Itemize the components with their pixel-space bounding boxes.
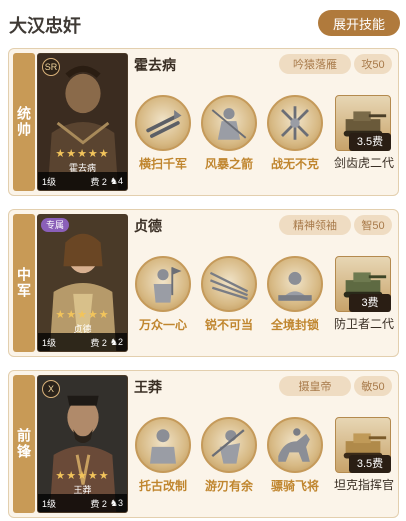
skill-label: 风暴之箭 — [204, 157, 253, 171]
star-rating: ★★★★★ — [55, 470, 110, 482]
horse-icon: ♞ — [109, 175, 118, 186]
skill-label: 锐不可当 — [204, 318, 253, 332]
horse-icon: ♞ — [109, 336, 118, 347]
position-strip: 前锋 — [13, 375, 35, 513]
page-title: 大汉忠奸 — [9, 16, 81, 36]
skill-adept-icon[interactable] — [201, 417, 257, 473]
hero-name: 贞德 — [134, 218, 162, 234]
gear-cost: 3.5费 — [349, 133, 391, 151]
star-rating: ★★★★★ — [55, 148, 110, 160]
gear-name: 坦克指挥官 — [333, 478, 394, 492]
hero-portrait[interactable]: SR ★★★★★ 霍去病 1级 费 2 ♞ 4 — [37, 53, 128, 191]
cost-label: 费 2 — [90, 176, 107, 187]
position-strip: 统帅 — [13, 53, 35, 191]
hero-card[interactable]: 前锋 X ★★★★★ 王莽 1级 费 2 ♞ 3 王莽 摄皇帝 敏50 托古改制… — [8, 370, 399, 518]
skill-label: 游刃有余 — [204, 479, 253, 493]
trait-tag: 吟猿落雁 — [279, 54, 351, 74]
position-strip: 中军 — [13, 214, 35, 352]
gear-cost: 3.5费 — [349, 455, 391, 473]
horse-count: 2 — [117, 337, 123, 347]
hero-portrait[interactable]: 专属 ★★★★★ 贞德 1级 费 2 ♞ 2 — [37, 214, 128, 352]
position-label: 统帅 — [16, 106, 32, 138]
star-rating: ★★★★★ — [55, 309, 110, 321]
gear-name: 剑齿虎二代 — [333, 156, 394, 170]
skill-label: 托古改制 — [138, 479, 187, 493]
position-label: 中军 — [16, 267, 32, 299]
skill-label: 战无不克 — [270, 157, 319, 171]
hero-name: 霍去病 — [134, 57, 176, 73]
skill-reform-icon[interactable] — [135, 417, 191, 473]
skill-unity-icon[interactable] — [135, 256, 191, 312]
hero-portrait[interactable]: X ★★★★★ 王莽 1级 费 2 ♞ 3 — [37, 375, 128, 513]
gear-cost: 3费 — [349, 294, 391, 312]
tier-badge: SR — [42, 58, 60, 76]
hero-card[interactable]: 统帅 SR ★★★★★ 霍去病 1级 费 2 ♞ 4 霍去病 吟猿落雁 攻50 … — [8, 48, 399, 196]
level-label: 1级 — [42, 337, 57, 348]
skill-label: 全境封锁 — [270, 318, 319, 332]
header: 大汉忠奸 展开技能 — [0, 0, 406, 44]
cost-label: 费 2 — [90, 337, 107, 348]
trait-tag: 摄皇帝 — [279, 376, 351, 396]
horse-icon: ♞ — [109, 497, 118, 508]
hero-name: 王莽 — [134, 379, 162, 395]
skill-storm-arrow-icon[interactable] — [201, 95, 257, 151]
stat-tag: 智50 — [354, 215, 392, 235]
level-label: 1级 — [42, 498, 57, 509]
portrait-info-bar: 1级 费 2 ♞ 4 — [38, 172, 127, 190]
trait-tag: 精神领袖 — [279, 215, 351, 235]
skill-label: 骠骑飞将 — [270, 479, 319, 493]
position-label: 前锋 — [16, 428, 32, 460]
skill-label: 万众一心 — [138, 318, 187, 332]
skill-invincible-icon[interactable] — [267, 95, 323, 151]
exclusive-badge: 专属 — [41, 218, 70, 232]
portrait-info-bar: 1级 费 2 ♞ 3 — [38, 494, 127, 512]
hero-card[interactable]: 中军 专属 ★★★★★ 贞德 1级 费 2 ♞ 2 贞德 精神领袖 智50 万众… — [8, 209, 399, 357]
level-label: 1级 — [42, 176, 57, 187]
skill-label: 横扫千军 — [138, 157, 187, 171]
skill-lockdown-icon[interactable] — [267, 256, 323, 312]
skill-cavalry-icon[interactable] — [267, 417, 323, 473]
expand-skills-button[interactable]: 展开技能 — [318, 10, 400, 36]
cost-label: 费 2 — [90, 498, 107, 509]
stat-tag: 攻50 — [354, 54, 392, 74]
portrait-info-bar: 1级 费 2 ♞ 2 — [38, 333, 127, 351]
tier-badge: X — [42, 380, 60, 398]
skill-sweep-icon[interactable] — [135, 95, 191, 151]
stat-tag: 敏50 — [354, 376, 392, 396]
skill-unstoppable-icon[interactable] — [201, 256, 257, 312]
horse-count: 4 — [117, 176, 123, 186]
gear-name: 防卫者二代 — [333, 317, 394, 331]
horse-count: 3 — [117, 498, 123, 508]
